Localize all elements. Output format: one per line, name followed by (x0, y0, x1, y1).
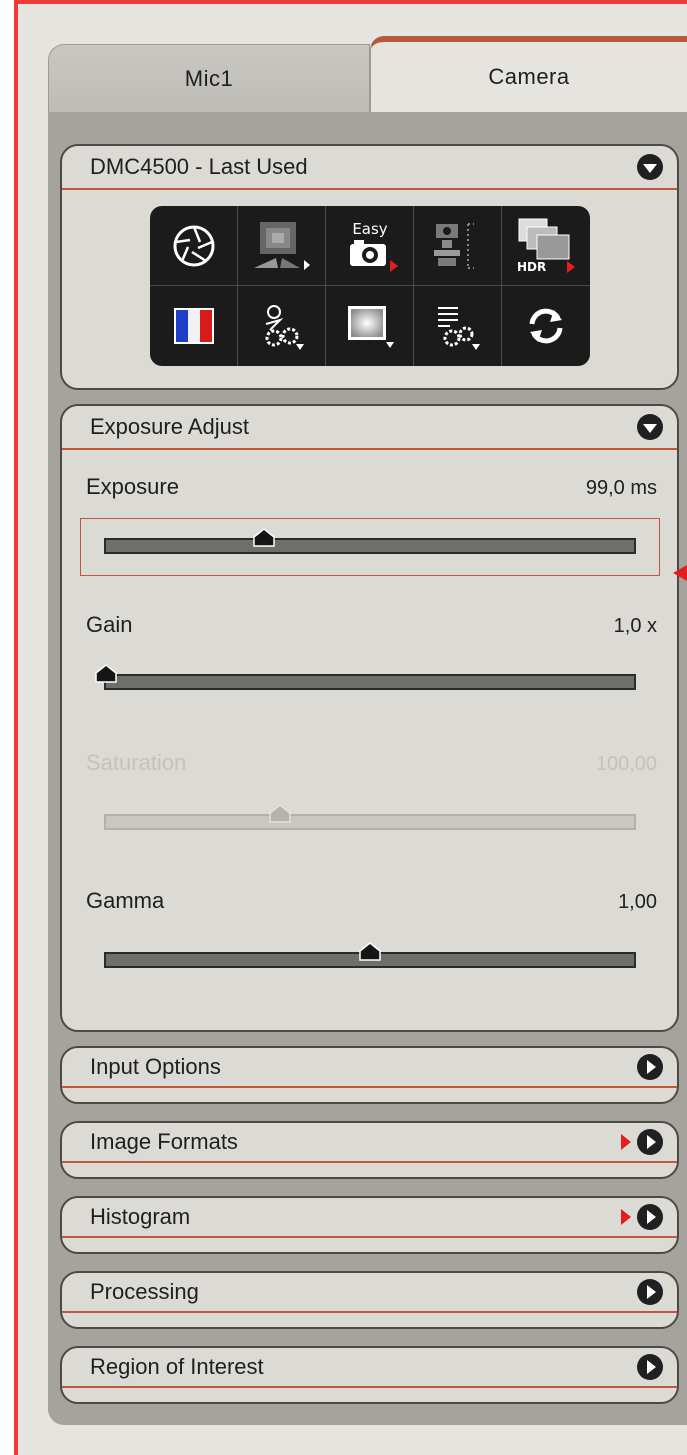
expand-toggle-icon[interactable] (637, 1129, 663, 1155)
input-options-section: Input Options (60, 1046, 679, 1104)
camera-settings-header[interactable]: DMC4500 - Last Used (62, 146, 677, 190)
svg-text:HDR: HDR (517, 260, 546, 274)
processing-title: Processing (90, 1279, 199, 1304)
refresh-icon[interactable] (502, 286, 590, 366)
expand-toggle-icon[interactable] (637, 1354, 663, 1380)
saturation-slider (104, 804, 636, 830)
hdr-icon[interactable]: HDR (502, 206, 590, 286)
microscope-icon[interactable] (414, 206, 502, 286)
exposure-mode-icon[interactable] (238, 206, 326, 286)
saturation-slider-thumb (269, 804, 291, 823)
exposure-adjust-section: Exposure Adjust Exposure 99,0 ms Gain 1,… (60, 404, 679, 1032)
camera-panel: DMC4500 - Last Used Easy HDR Exposure Ad… (48, 112, 687, 1425)
expand-toggle-icon[interactable] (637, 1054, 663, 1080)
expand-toggle-icon[interactable] (637, 1204, 663, 1230)
image-formats-title: Image Formats (90, 1129, 238, 1154)
gamma-slider[interactable] (104, 942, 636, 968)
color-balance-icon[interactable] (150, 286, 238, 366)
camera-toolbar: Easy HDR (150, 206, 590, 366)
gain-slider-thumb[interactable] (93, 663, 119, 683)
tab-mic1[interactable]: Mic1 (48, 44, 370, 112)
exposure-adjust-header[interactable]: Exposure Adjust (62, 406, 677, 450)
exposure-slider-thumb[interactable] (251, 527, 277, 547)
expand-toggle-icon[interactable] (637, 1279, 663, 1305)
red-marker-icon (621, 1134, 631, 1150)
easy-camera-icon[interactable]: Easy (326, 206, 414, 286)
gamma-label: Gamma (86, 888, 165, 913)
gamma-row: Gamma 1,00 (86, 888, 657, 914)
region-of-interest-section: Region of Interest (60, 1346, 679, 1404)
settings-gear-icon[interactable] (238, 286, 326, 366)
gain-row: Gain 1,0 x (86, 612, 657, 638)
histogram-section: Histogram (60, 1196, 679, 1254)
gain-value: 1,0 x (613, 615, 657, 637)
saturation-row: Saturation 100,00 (86, 750, 657, 776)
exposure-label: Exposure (86, 474, 179, 499)
region-of-interest-title: Region of Interest (90, 1354, 264, 1379)
input-options-title: Input Options (90, 1054, 221, 1079)
exposure-value: 99,0 ms (585, 477, 657, 499)
processing-section: Processing (60, 1271, 679, 1329)
camera-settings-title: DMC4500 - Last Used (90, 154, 308, 179)
image-formats-header[interactable]: Image Formats (62, 1123, 677, 1163)
exposure-adjust-title: Exposure Adjust (90, 414, 249, 439)
exposure-slider[interactable] (104, 528, 636, 554)
exposure-row: Exposure 99,0 ms (86, 474, 657, 500)
histogram-header[interactable]: Histogram (62, 1198, 677, 1238)
shading-icon[interactable] (326, 286, 414, 366)
gamma-value: 1,00 (618, 891, 657, 913)
input-options-header[interactable]: Input Options (62, 1048, 677, 1088)
image-formats-section: Image Formats (60, 1121, 679, 1179)
gain-label: Gain (86, 612, 133, 637)
collapse-toggle-icon[interactable] (637, 154, 663, 180)
collapse-toggle-icon[interactable] (637, 414, 663, 440)
gain-slider[interactable] (95, 664, 636, 690)
gamma-slider-thumb[interactable] (357, 941, 383, 961)
processing-header[interactable]: Processing (62, 1273, 677, 1313)
red-marker-icon (621, 1209, 631, 1225)
histogram-title: Histogram (90, 1204, 191, 1229)
list-settings-icon[interactable] (414, 286, 502, 366)
saturation-value: 100,00 (595, 753, 657, 775)
saturation-label: Saturation (86, 750, 187, 775)
svg-text:Easy: Easy (352, 220, 387, 238)
tab-camera[interactable]: Camera (370, 36, 687, 112)
tab-bar: Mic1 Camera (48, 36, 687, 112)
annotation-arrow-icon (673, 565, 687, 581)
region-of-interest-header[interactable]: Region of Interest (62, 1348, 677, 1388)
aperture-icon[interactable] (150, 206, 238, 286)
camera-settings-section: DMC4500 - Last Used Easy HDR (60, 144, 679, 390)
